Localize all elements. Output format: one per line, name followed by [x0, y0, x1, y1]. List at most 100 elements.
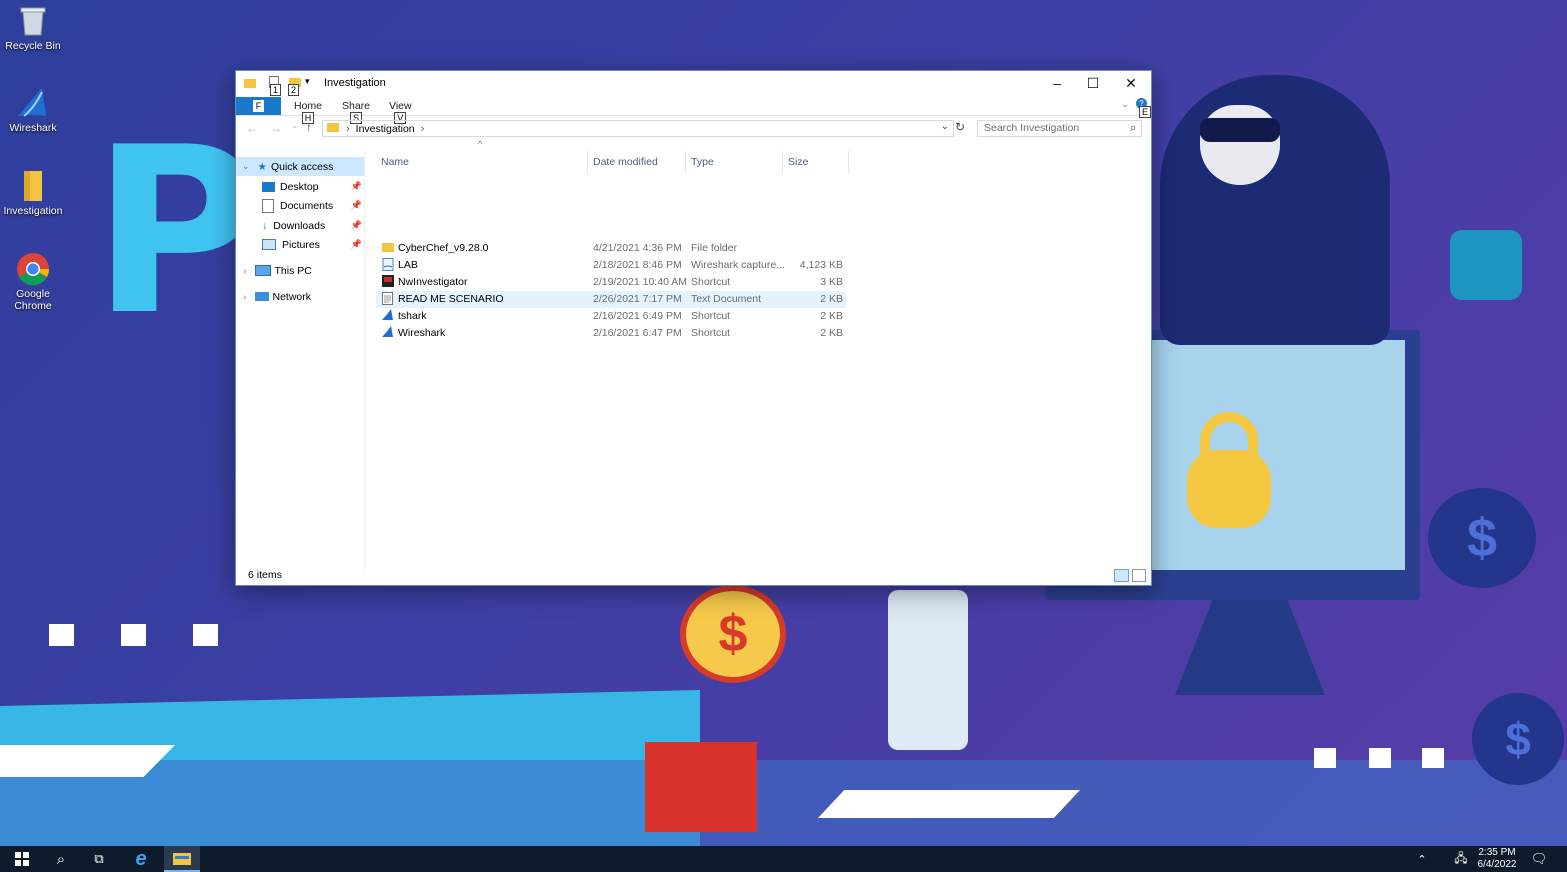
address-bar[interactable]: › Investigation › ⌄: [322, 120, 954, 137]
chevron-down-icon: ⌄: [242, 161, 250, 171]
wallpaper-graphic: [49, 624, 74, 646]
file-name: LAB: [398, 259, 418, 271]
keytip: F: [252, 100, 265, 112]
pin-icon: 📌: [350, 181, 362, 191]
pcap-file-icon: [382, 258, 394, 274]
tab-label: Home: [294, 100, 323, 112]
desktop-icon-chrome[interactable]: Google Chrome: [1, 252, 65, 312]
chevron-right-icon: ›: [346, 122, 350, 135]
details-view-icon[interactable]: [1114, 569, 1129, 582]
maximize-button[interactable]: ☐: [1075, 71, 1111, 95]
table-row[interactable]: tshark 2/16/2021 6:49 PM Shortcut 2 KB: [376, 308, 846, 325]
forward-icon[interactable]: →: [270, 121, 282, 135]
file-size: 2 KB: [820, 293, 843, 305]
documents-icon: [262, 198, 274, 213]
file-size: 2 KB: [820, 327, 843, 339]
column-header-size[interactable]: Size: [783, 151, 849, 173]
table-row[interactable]: NwInvestigator 2/19/2021 10:40 AM Shortc…: [376, 274, 846, 291]
table-row[interactable]: Wireshark 2/16/2021 6:47 PM Shortcut 2 K…: [376, 325, 846, 342]
column-header-type[interactable]: Type: [686, 151, 783, 173]
show-hidden-icons-button[interactable]: ⌃: [1412, 846, 1432, 872]
desktop-icon-label: Investigation: [3, 205, 63, 217]
nav-label: Pictures: [282, 238, 320, 251]
wallpaper-graphic: [1200, 118, 1280, 142]
refresh-icon[interactable]: ↻: [955, 120, 965, 134]
chevron-up-icon: ⌃: [1417, 853, 1427, 866]
pin-icon: 📌: [350, 220, 362, 230]
desktop-icon-label: Wireshark: [9, 122, 57, 134]
network-tray-button[interactable]: 🖧: [1451, 846, 1471, 872]
nav-network[interactable]: › Network: [236, 287, 364, 306]
nav-quick-access[interactable]: ⌄ ★ Quick access: [236, 157, 364, 176]
desktop-icon-investigation[interactable]: Investigation: [1, 169, 65, 217]
window-title: Investigation: [324, 77, 386, 89]
taskbar-file-explorer[interactable]: [164, 846, 200, 872]
column-label: Type: [691, 156, 714, 168]
folder-icon: [244, 77, 256, 92]
file-date: 2/19/2021 10:40 AM: [593, 276, 687, 288]
nav-label: Downloads: [273, 219, 326, 232]
file-date: 4/21/2021 4:36 PM: [593, 242, 682, 254]
explorer-window: 1 2 ▾ Investigation – ☐ ✕ F Home H Share…: [235, 70, 1152, 586]
breadcrumb[interactable]: Investigation: [356, 123, 415, 135]
wallpaper-graphic: [1450, 230, 1522, 300]
nav-pictures[interactable]: Pictures 📌: [262, 235, 362, 254]
wallpaper-graphic: [888, 590, 968, 750]
star-icon: ★: [257, 160, 267, 173]
pin-icon: 📌: [350, 200, 362, 210]
taskbar-internet-explorer[interactable]: e: [126, 846, 156, 872]
nav-desktop[interactable]: Desktop 📌: [262, 177, 362, 196]
internet-explorer-icon: e: [135, 847, 147, 870]
address-dropdown-icon[interactable]: ⌄: [941, 121, 949, 132]
file-explorer-icon: [173, 853, 191, 865]
up-icon[interactable]: ↑: [306, 120, 312, 134]
folder-icon: [382, 241, 394, 256]
search-button[interactable]: ⌕: [47, 846, 75, 872]
large-icons-view-icon[interactable]: [1132, 569, 1146, 582]
close-button[interactable]: ✕: [1113, 71, 1149, 95]
start-button[interactable]: [8, 846, 36, 872]
file-name: CyberChef_v9.28.0: [398, 242, 489, 254]
nav-downloads[interactable]: ↓ Downloads 📌: [262, 216, 362, 235]
desktop-icon-label: Google Chrome: [14, 288, 52, 312]
wallpaper-graphic: [1369, 748, 1391, 768]
wallpaper-graphic: $: [680, 585, 786, 683]
table-row[interactable]: LAB 2/18/2021 8:46 PM Wireshark capture.…: [376, 257, 846, 274]
nav-this-pc[interactable]: › This PC: [236, 261, 364, 280]
back-icon[interactable]: ←: [246, 121, 258, 135]
clock[interactable]: 2:35 PM 6/4/2022: [1474, 846, 1520, 872]
tab-label: Share: [342, 100, 371, 112]
expand-ribbon-icon[interactable]: ⌄: [1121, 99, 1129, 110]
network-icon: [254, 292, 269, 301]
notification-icon: 🗨: [1530, 851, 1548, 866]
column-header-name[interactable]: Name: [376, 151, 588, 173]
column-header-date[interactable]: Date modified: [588, 151, 686, 173]
nav-documents[interactable]: Documents 📌: [262, 196, 362, 215]
windows-icon: [15, 852, 29, 866]
customize-toolbar-icon[interactable]: ▾: [305, 76, 310, 87]
nwinvestigator-icon: [382, 275, 394, 290]
address-row: ← → ⌄ ↑ › Investigation › ⌄ ↻ Search Inv…: [236, 117, 1151, 141]
recent-locations-icon[interactable]: ⌄: [291, 121, 298, 130]
wallpaper-graphic: $: [1472, 693, 1564, 785]
task-view-button[interactable]: ⧉: [85, 846, 113, 872]
search-icon: ⌕: [1130, 122, 1136, 134]
clock-time: 2:35 PM: [1478, 847, 1516, 858]
chrome-icon: [16, 252, 50, 286]
action-center-button[interactable]: 🗨: [1528, 846, 1550, 872]
minimize-button[interactable]: –: [1039, 71, 1075, 95]
desktop-icon-wireshark[interactable]: Wireshark: [1, 86, 65, 134]
chevron-right-icon: ›: [420, 122, 425, 135]
nav-label: Quick access: [270, 160, 334, 173]
wallpaper-graphic: [818, 790, 1080, 818]
desktop-icon-label: Recycle Bin: [5, 40, 61, 52]
navigation-pane: ⌄ ★ Quick access Desktop 📌 Documents 📌 ↓…: [236, 151, 365, 571]
file-tab[interactable]: F: [236, 97, 281, 115]
search-input[interactable]: Search Investigation ⌕: [977, 120, 1142, 137]
taskbar: ⌕ ⧉ e ⌃ 🖧 2:35 PM 6/4/2022 🗨: [0, 846, 1567, 872]
wallpaper-graphic: [1314, 748, 1336, 768]
table-row[interactable]: CyberChef_v9.28.0 4/21/2021 4:36 PM File…: [376, 240, 846, 257]
computer-icon: [254, 265, 271, 276]
desktop-icon-recycle-bin[interactable]: Recycle Bin: [1, 4, 65, 52]
table-row[interactable]: READ ME SCENARIO 2/26/2021 7:17 PM Text …: [376, 291, 846, 308]
